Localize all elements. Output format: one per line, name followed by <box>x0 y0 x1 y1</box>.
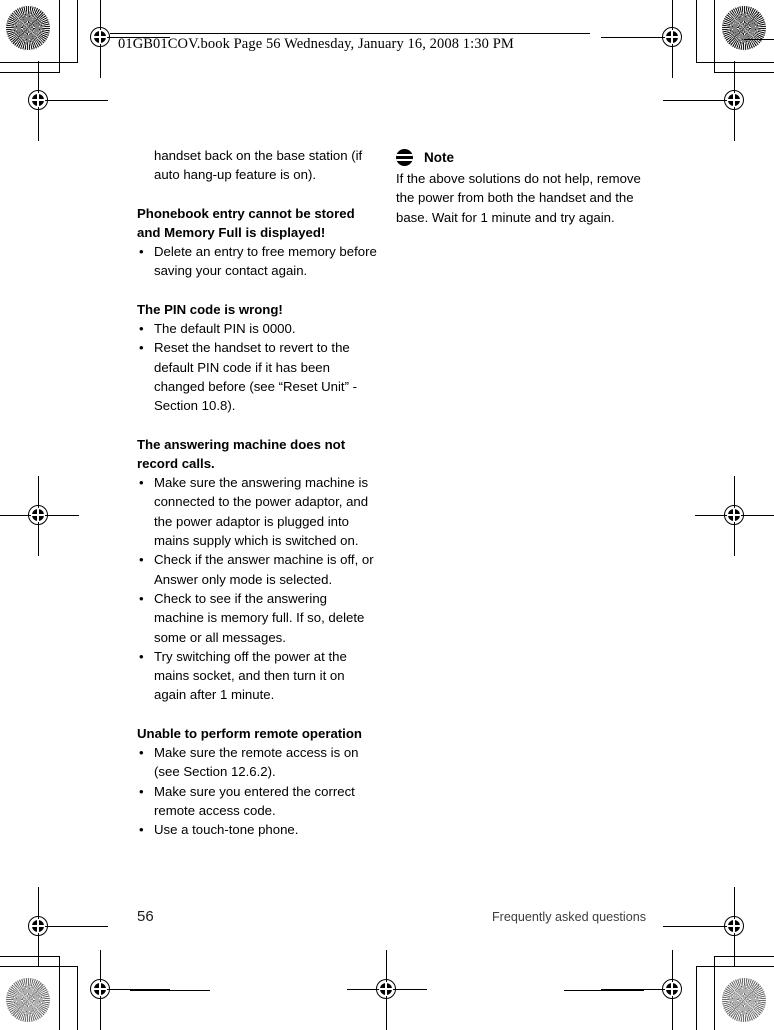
list-item-text: Use a touch-tone phone. <box>154 822 299 838</box>
bullet-icon: • <box>139 745 144 761</box>
list-item: • Make sure the remote access is on (see… <box>137 743 377 782</box>
list-item: • Check if the answer machine is off, or… <box>137 550 377 589</box>
list-item: • Check to see if the answering machine … <box>137 589 377 647</box>
bullet-icon: • <box>139 244 144 260</box>
list-item: • Reset the handset to revert to the def… <box>137 338 377 415</box>
note-title: Note <box>424 149 454 165</box>
bullet-icon: • <box>139 783 144 799</box>
note-stripes-icon <box>396 148 413 166</box>
list-item: • The default PIN is 0000. <box>137 319 377 338</box>
list-item: • Use a touch-tone phone. <box>137 820 377 839</box>
bullet-icon: • <box>139 648 144 664</box>
section-heading-answering-machine: The answering machine does not record ca… <box>137 436 346 471</box>
left-text-column: handset back on the base station (if aut… <box>137 146 377 840</box>
list-item-text: Make sure the answering machine is conne… <box>154 475 369 549</box>
note-header: Note <box>396 146 646 168</box>
list-item-text: Make sure you entered the correct remote… <box>154 783 355 818</box>
list-item-text: Make sure the remote access is on (see S… <box>154 745 359 780</box>
list-item-text: The default PIN is 0000. <box>154 321 296 337</box>
list-item-text: Delete an entry to free memory before sa… <box>154 244 377 279</box>
section-heading-phonebook: Phonebook entry cannot be stored and Mem… <box>137 205 355 240</box>
bullet-icon: • <box>139 590 144 606</box>
list-item-text: Try switching off the power at the mains… <box>154 648 347 703</box>
page-content: handset back on the base station (if aut… <box>0 0 774 1030</box>
bullet-icon: • <box>139 822 144 838</box>
list-item: • Try switching off the power at the mai… <box>137 647 377 705</box>
footer-section-title: Frequently asked questions <box>491 910 646 924</box>
bullet-icon: • <box>139 321 144 337</box>
page-footer: 56 Frequently asked questions <box>137 908 646 925</box>
note-body: If the above solutions do not help, remo… <box>396 171 641 225</box>
list-item: • Make sure you entered the correct remo… <box>137 782 377 821</box>
list-item-text: Check if the answer machine is off, or A… <box>154 552 374 587</box>
continued-paragraph: handset back on the base station (if aut… <box>154 148 363 183</box>
bullet-icon: • <box>139 475 144 491</box>
right-text-column: Note If the above solutions do not help,… <box>396 146 646 227</box>
section-heading-remote-operation: Unable to perform remote operation <box>137 725 362 741</box>
list-item: • Delete an entry to free memory before … <box>137 242 377 281</box>
list-item-text: Reset the handset to revert to the defau… <box>154 340 358 414</box>
section-heading-pin-code: The PIN code is wrong! <box>137 301 283 317</box>
list-item: • Make sure the answering machine is con… <box>137 473 377 550</box>
footer-page-number: 56 <box>137 908 154 925</box>
bullet-icon: • <box>139 552 144 568</box>
bullet-icon: • <box>139 340 144 356</box>
list-item-text: Check to see if the answering machine is… <box>154 590 365 645</box>
